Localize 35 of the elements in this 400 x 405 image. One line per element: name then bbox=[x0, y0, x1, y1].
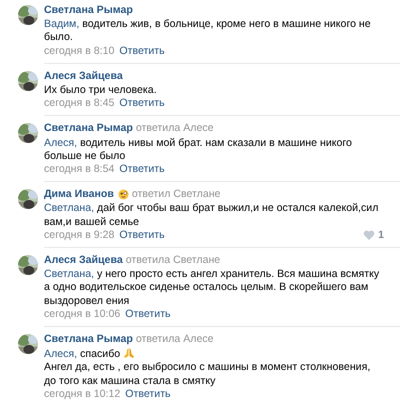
reply-link[interactable]: Ответить bbox=[119, 97, 165, 110]
author-name[interactable]: Алеся Зайцева bbox=[44, 70, 123, 84]
author-name[interactable]: Светлана Рымар bbox=[44, 4, 133, 18]
author-name[interactable]: Алеся Зайцева bbox=[44, 254, 123, 268]
reply-link[interactable]: Ответить bbox=[119, 163, 165, 176]
reply-link[interactable]: Ответить bbox=[119, 228, 165, 242]
comment-text: Алеся, водитель нивы мой брат. нам сказали в машине никого больше не было bbox=[44, 136, 353, 164]
heart-icon[interactable] bbox=[363, 230, 376, 240]
reply-to-label: ответила Алесе bbox=[136, 333, 214, 346]
comment-time: сегодня в 9:28 bbox=[44, 228, 114, 242]
author-name[interactable]: Дима Иванов bbox=[44, 188, 114, 202]
comment-text: Светлана, у него просто есть ангел хранитель. Вся машина всмятку а одно водительское сиденье осталось целым. В скорейшего вам выздоровел ения bbox=[44, 268, 380, 308]
author-name[interactable]: Светлана Рымар bbox=[44, 122, 133, 136]
addressee-link[interactable]: Светлана, bbox=[44, 268, 94, 280]
comment-text: Их было три человека. bbox=[44, 84, 158, 98]
comment-time: сегодня в 8:10 bbox=[44, 44, 114, 58]
reply-to-label: ответила Алесе bbox=[136, 122, 214, 136]
like-count: 1 bbox=[378, 228, 384, 242]
comment-time: сегодня в 8:54 bbox=[44, 163, 114, 176]
comment-time: сегодня в 10:06 bbox=[44, 308, 120, 322]
reply-link[interactable]: Ответить bbox=[125, 388, 171, 402]
addressee-link[interactable]: Алеся, bbox=[44, 136, 78, 149]
comment-text: Алеся, спасибо Ангел да, есть , его выбросило с машины в момент столкновения, до того как машина стала в смятку bbox=[44, 347, 372, 388]
addressee-link[interactable]: Светлана, bbox=[44, 202, 94, 214]
comment-time: сегодня в 10:12 bbox=[44, 388, 120, 402]
comment-text: Вадим, водитель жив, в больнице, кроме него в машине никого не было. bbox=[44, 18, 372, 45]
addressee-link[interactable]: Вадим, bbox=[44, 18, 80, 30]
comment-text: Светлана, дай бог чтобы ваш брат выжил,и не остался калекой,сил вам,и вашей семье bbox=[44, 202, 380, 229]
addressee-link[interactable]: Алеся, bbox=[44, 348, 78, 360]
reply-link[interactable]: Ответить bbox=[119, 44, 165, 58]
reply-to-label: ответила Светлане bbox=[126, 254, 220, 268]
comment-time: сегодня в 8:45 bbox=[44, 97, 114, 110]
reply-link[interactable]: Ответить bbox=[125, 308, 171, 322]
reply-to-label: ответил Светлане bbox=[132, 188, 220, 202]
author-name[interactable]: Светлана Рымар bbox=[44, 333, 133, 346]
